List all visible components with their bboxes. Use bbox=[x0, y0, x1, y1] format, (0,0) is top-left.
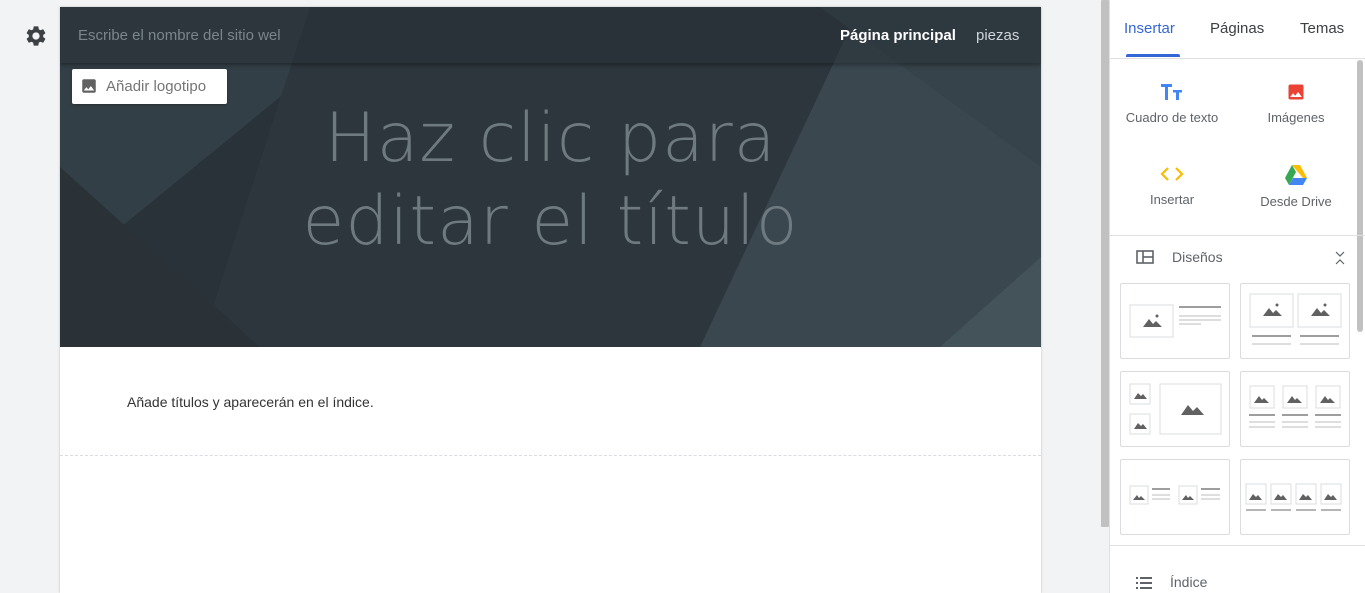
layout-option-3[interactable] bbox=[1120, 371, 1230, 447]
image-icon bbox=[82, 79, 96, 93]
tabs-divider bbox=[1110, 58, 1365, 59]
embed-icon bbox=[1160, 167, 1184, 181]
layout-option-6[interactable] bbox=[1240, 459, 1350, 535]
layout-preview bbox=[1129, 304, 1221, 338]
insert-embed-label: Insertar bbox=[1149, 192, 1195, 207]
site-name-input[interactable]: Escribe el nombre del sitio wel bbox=[78, 27, 281, 44]
layout-option-1[interactable] bbox=[1120, 283, 1230, 359]
layouts-section-label: Diseños bbox=[1172, 249, 1223, 265]
hero-header[interactable]: Escribe el nombre del sitio wel Página p… bbox=[60, 7, 1041, 347]
site-top-bar: Escribe el nombre del sitio wel Página p… bbox=[60, 7, 1041, 63]
side-panel: Insertar Páginas Temas Cuadro de texto I… bbox=[1109, 0, 1365, 593]
insert-text-box-label: Cuadro de texto bbox=[1125, 110, 1219, 125]
insert-images-label: Imágenes bbox=[1267, 110, 1325, 125]
layouts-icon bbox=[1136, 250, 1154, 264]
nav-link-piezas[interactable]: piezas bbox=[976, 27, 1019, 44]
add-logo-label: Añadir logotipo bbox=[106, 78, 207, 95]
main-scrollbar[interactable] bbox=[1101, 0, 1109, 527]
insert-from-drive-button[interactable]: Desde Drive bbox=[1234, 164, 1358, 209]
hero-title[interactable]: Haz clic para editar el título bbox=[60, 97, 1041, 263]
insert-from-drive-label: Desde Drive bbox=[1260, 194, 1332, 209]
index-section-label: Índice bbox=[1170, 574, 1208, 590]
nav-link-home[interactable]: Página principal bbox=[840, 27, 956, 44]
layout-preview bbox=[1245, 483, 1342, 511]
table-of-contents-placeholder[interactable]: Añade títulos y aparecerán en el índice. bbox=[127, 394, 374, 410]
tab-insertar[interactable]: Insertar bbox=[1124, 20, 1175, 37]
layout-preview bbox=[1249, 293, 1342, 345]
layout-option-2[interactable] bbox=[1240, 283, 1350, 359]
insert-text-box-button[interactable]: Cuadro de texto bbox=[1110, 82, 1234, 125]
layout-preview bbox=[1129, 485, 1220, 505]
insert-embed-button[interactable]: Insertar bbox=[1110, 164, 1234, 207]
tab-paginas[interactable]: Páginas bbox=[1210, 20, 1264, 37]
image-icon bbox=[1288, 84, 1304, 100]
gear-icon[interactable] bbox=[24, 24, 48, 48]
insert-divider bbox=[1110, 235, 1365, 236]
text-box-icon bbox=[1161, 84, 1182, 100]
layouts-divider bbox=[1110, 545, 1365, 546]
site-canvas: Escribe el nombre del sitio wel Página p… bbox=[60, 7, 1041, 593]
layout-option-4[interactable] bbox=[1240, 371, 1350, 447]
layouts-section-header[interactable]: Diseños bbox=[1136, 247, 1346, 267]
google-drive-icon bbox=[1285, 165, 1307, 185]
active-tab-indicator bbox=[1126, 54, 1180, 57]
layout-option-5[interactable] bbox=[1120, 459, 1230, 535]
tab-temas[interactable]: Temas bbox=[1300, 20, 1344, 37]
list-icon bbox=[1136, 577, 1152, 589]
insert-images-button[interactable]: Imágenes bbox=[1234, 82, 1358, 125]
layout-preview bbox=[1249, 385, 1341, 428]
collapse-icon[interactable] bbox=[1334, 250, 1346, 266]
layout-preview bbox=[1129, 383, 1222, 435]
section-divider bbox=[60, 455, 1041, 456]
